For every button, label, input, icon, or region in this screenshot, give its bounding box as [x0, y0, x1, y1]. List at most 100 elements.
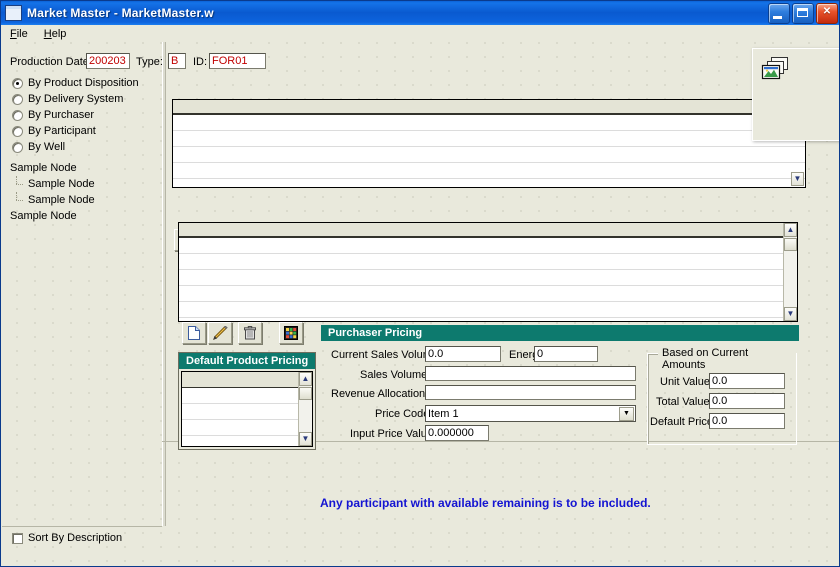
- radio-label: By Participant: [28, 125, 96, 137]
- default-product-pricing-scrollbar[interactable]: ▲ ▼: [298, 372, 312, 446]
- input-price-value-label: Input Price Value:: [350, 428, 437, 440]
- menu-item-file[interactable]: FFileile: [8, 27, 36, 41]
- table-row[interactable]: [179, 270, 797, 286]
- radio-icon: [12, 125, 23, 137]
- default-product-pricing-title: Default Product Pricing: [179, 353, 315, 369]
- type-label: Type:: [136, 56, 163, 68]
- floating-palette-window[interactable]: [752, 48, 839, 141]
- mid-list-scrollbar[interactable]: ▲ ▼: [783, 223, 797, 321]
- top-list-box[interactable]: ▼: [172, 99, 806, 188]
- close-icon: ✕: [822, 6, 832, 17]
- table-row[interactable]: [179, 238, 797, 254]
- total-value-label: Total Value:: [656, 396, 713, 408]
- purchaser-pricing-title: Purchaser Pricing: [321, 325, 799, 341]
- table-row[interactable]: [179, 302, 797, 318]
- energy-field[interactable]: 0: [534, 346, 598, 362]
- default-price-field[interactable]: 0.0: [709, 413, 785, 429]
- window-titlebar: Market Master - MarketMaster.w ✕: [1, 1, 839, 25]
- unit-value-field[interactable]: 0.0: [709, 373, 785, 389]
- application-window: Market Master - MarketMaster.w ✕ FFileil…: [0, 0, 840, 567]
- radio-by-well[interactable]: By Well: [12, 141, 65, 153]
- grid-icon: [284, 326, 298, 340]
- radio-icon-selected: [12, 77, 23, 89]
- type-field[interactable]: B: [168, 53, 186, 69]
- scrollbar-thumb[interactable]: [299, 387, 312, 400]
- scrollbar-thumb[interactable]: [784, 238, 797, 251]
- purchaser-pricing-header-wrap: Purchaser Pricing: [321, 325, 799, 341]
- revenue-allocation-by-field[interactable]: [425, 385, 636, 400]
- sort-by-description-label: Sort By Description: [28, 532, 123, 544]
- table-row[interactable]: [173, 179, 805, 187]
- scrollbar-down-button[interactable]: ▼: [791, 172, 804, 186]
- radio-label: By Well: [28, 141, 66, 153]
- scrollbar-up-button[interactable]: ▲: [299, 372, 312, 386]
- node-tree[interactable]: Sample Node Sample Node Sample Node Samp…: [10, 160, 160, 224]
- radio-by-participant[interactable]: By Participant: [12, 125, 96, 137]
- price-code-select[interactable]: Item 1 ▼: [425, 405, 636, 422]
- maximize-button[interactable]: [792, 3, 814, 24]
- radio-by-delivery-system[interactable]: By Delivery System: [12, 93, 123, 105]
- radio-icon: [12, 109, 23, 121]
- minimize-button[interactable]: [768, 3, 790, 24]
- minimize-icon: [773, 16, 782, 19]
- default-price-label: Default Price:: [650, 416, 717, 428]
- scrollbar-down-button[interactable]: ▼: [299, 432, 312, 446]
- radio-label: By Purchaser: [28, 109, 95, 121]
- radio-icon: [12, 141, 23, 153]
- tree-node[interactable]: Sample Node: [10, 192, 160, 208]
- list-item[interactable]: [182, 404, 312, 420]
- table-row[interactable]: [173, 147, 805, 163]
- cascade-windows-icon[interactable]: [759, 57, 791, 85]
- scrollbar-up-button[interactable]: ▲: [784, 223, 797, 237]
- price-code-label: Price Code:: [375, 408, 433, 420]
- chevron-down-icon[interactable]: ▼: [619, 407, 634, 421]
- window-title: Market Master - MarketMaster.w: [27, 6, 214, 20]
- current-sales-volume-field[interactable]: 0.0: [425, 346, 501, 362]
- radio-icon: [12, 93, 23, 105]
- top-list-header: [173, 100, 805, 115]
- default-product-pricing-list[interactable]: ▲ ▼: [181, 371, 313, 447]
- table-row[interactable]: [173, 115, 805, 131]
- status-message: Any participant with available remaining…: [320, 496, 651, 510]
- production-date-field[interactable]: 200203: [86, 53, 130, 69]
- list-item[interactable]: [182, 436, 312, 446]
- mid-list-box[interactable]: ▲ ▼: [178, 222, 798, 322]
- trash-icon: [244, 326, 256, 340]
- scrollbar-down-button[interactable]: ▼: [784, 307, 797, 321]
- list-item[interactable]: [182, 420, 312, 436]
- based-on-current-amounts-title: Based on Current Amounts: [658, 347, 796, 371]
- radio-label: By Product Disposition: [28, 77, 139, 89]
- left-panel-bottom-divider: [2, 526, 162, 527]
- new-button[interactable]: [182, 322, 206, 344]
- production-date-label: Production Date:: [10, 56, 92, 68]
- menu-bar: FFileile HHelpelp: [2, 25, 839, 43]
- sales-volume-is-field[interactable]: [425, 366, 636, 381]
- app-window-icon: [5, 5, 22, 21]
- close-button[interactable]: ✕: [816, 3, 838, 24]
- table-row[interactable]: [173, 163, 805, 179]
- tree-node[interactable]: Sample Node: [10, 208, 160, 224]
- delete-button[interactable]: [238, 322, 262, 344]
- input-price-value-field[interactable]: 0.000000: [425, 425, 489, 441]
- menu-item-help[interactable]: HHelpelp: [42, 27, 75, 41]
- list-item[interactable]: [182, 388, 312, 404]
- price-code-value: Item 1: [428, 408, 459, 420]
- tree-node[interactable]: Sample Node: [10, 176, 160, 192]
- total-value-field[interactable]: 0.0: [709, 393, 785, 409]
- design-canvas: Production Date: 200203 Type: B ID: FOR0…: [2, 42, 839, 566]
- tree-node[interactable]: Sample Node: [10, 160, 160, 176]
- left-panel-divider: [162, 42, 166, 526]
- edit-button[interactable]: [208, 322, 232, 344]
- radio-by-product-disposition[interactable]: By Product Disposition: [12, 77, 139, 89]
- grid-view-button[interactable]: [279, 322, 303, 344]
- unit-value-label: Unit Value:: [660, 376, 713, 388]
- radio-by-purchaser[interactable]: By Purchaser: [12, 109, 94, 121]
- list-item-selected[interactable]: [182, 372, 312, 388]
- table-row[interactable]: [179, 286, 797, 302]
- window-controls: ✕: [768, 3, 838, 24]
- sort-by-description-checkbox[interactable]: Sort By Description: [12, 532, 122, 544]
- table-row[interactable]: [173, 131, 805, 147]
- table-row[interactable]: [179, 254, 797, 270]
- id-field[interactable]: FOR01: [209, 53, 266, 69]
- id-label: ID:: [193, 56, 208, 68]
